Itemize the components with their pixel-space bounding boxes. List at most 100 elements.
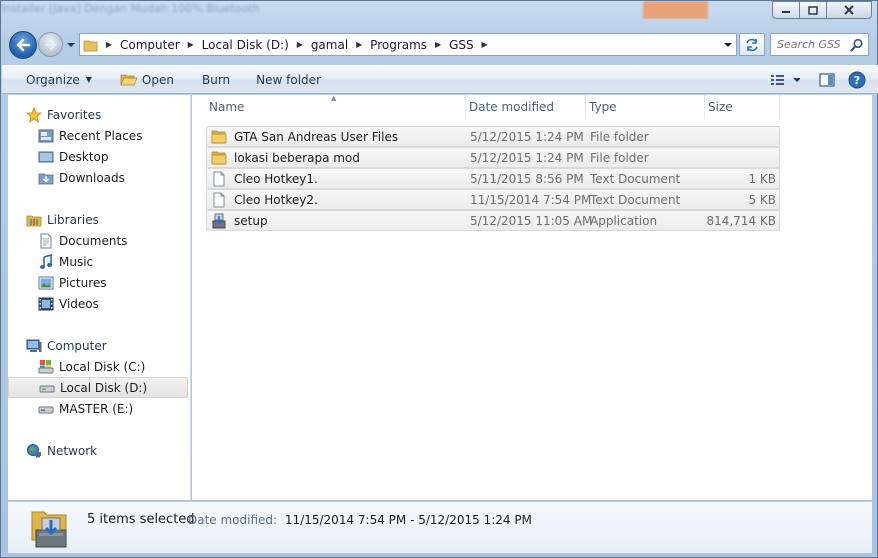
address-row: ▶ Computer ▶ Local Disk (D:) ▶ gamal ▶ P… <box>1 27 878 63</box>
file-name: setup <box>234 213 268 228</box>
file-row[interactable]: setup 5/12/2015 11:05 AM Application 814… <box>206 210 780 231</box>
refresh-icon <box>746 38 758 51</box>
breadcrumb-separator[interactable]: ▶ <box>478 40 492 49</box>
downloads-icon <box>38 170 54 186</box>
nav-item-master-e[interactable]: MASTER (E:) <box>8 398 190 419</box>
column-header-type[interactable]: Type <box>586 95 705 119</box>
minimize-icon <box>782 11 790 13</box>
pictures-icon <box>38 275 54 291</box>
organize-button[interactable]: Organize ▼ <box>18 69 100 91</box>
organize-label: Organize <box>26 72 80 87</box>
file-size: 1 KB <box>748 171 776 186</box>
nav-item-local-disk-d[interactable]: Local Disk (D:) <box>8 377 188 398</box>
maximize-button[interactable] <box>799 1 826 19</box>
column-header-name-label: Name <box>209 100 245 114</box>
preview-pane-button[interactable] <box>812 68 842 92</box>
open-button[interactable]: Open <box>112 69 182 91</box>
details-pane: 5 items selected Date modified: 11/15/20… <box>8 501 872 553</box>
command-bar: Organize ▼ Open Burn New folder ? <box>2 65 878 94</box>
file-name-cell: GTA San Andreas User Files <box>207 129 466 145</box>
desktop-icon <box>38 149 54 165</box>
nav-favorites[interactable]: Favorites <box>8 104 190 125</box>
breadcrumb-item-gss[interactable]: GSS <box>445 38 478 52</box>
music-icon <box>38 253 54 270</box>
libraries-icon <box>26 212 42 228</box>
nav-network-label: Network <box>47 443 98 458</box>
file-name-cell: lokasi beberapa mod <box>207 150 466 166</box>
documents-icon <box>38 233 54 249</box>
change-view-button[interactable] <box>764 68 806 92</box>
open-label: Open <box>141 72 174 87</box>
address-dropdown-icon[interactable] <box>724 41 732 49</box>
nav-libraries[interactable]: Libraries <box>8 209 190 230</box>
file-row[interactable]: lokasi beberapa mod 5/12/2015 1:24 PM Fi… <box>206 147 780 168</box>
breadcrumb-separator[interactable]: ▶ <box>431 40 445 49</box>
date-modified-value: 11/15/2014 7:54 PM - 5/12/2015 1:24 PM <box>284 513 532 527</box>
file-name: lokasi beberapa mod <box>234 150 360 165</box>
nav-item-label: Documents <box>59 233 128 248</box>
column-header-name[interactable]: ▲ Name <box>206 94 466 119</box>
nav-libraries-label: Libraries <box>47 212 99 227</box>
chevron-down-icon: ▼ <box>85 75 92 84</box>
new-folder-label: New folder <box>256 72 321 87</box>
column-header-date-modified[interactable]: Date modified <box>466 95 586 119</box>
nav-item-local-disk-c[interactable]: Local Disk (C:) <box>8 356 190 377</box>
close-icon <box>844 5 854 15</box>
search-icon[interactable] <box>850 38 864 52</box>
forward-button[interactable] <box>38 32 63 57</box>
nav-computer[interactable]: Computer <box>8 335 190 356</box>
column-header-type-label: Type <box>589 100 617 114</box>
breadcrumb-item-programs[interactable]: Programs <box>366 38 431 52</box>
breadcrumb[interactable]: ▶ Computer ▶ Local Disk (D:) ▶ gamal ▶ P… <box>79 33 737 56</box>
nav-item-desktop[interactable]: Desktop <box>8 146 190 167</box>
recent-places-icon <box>38 128 54 144</box>
file-name-cell: Cleo Hotkey2. <box>207 192 466 208</box>
nav-item-videos[interactable]: Videos <box>8 293 190 314</box>
breadcrumb-item-local-disk-d[interactable]: Local Disk (D:) <box>198 38 293 52</box>
nav-item-label: Local Disk (C:) <box>59 359 146 374</box>
search-input[interactable] <box>777 38 851 51</box>
nav-network[interactable]: Network <box>8 440 190 461</box>
new-folder-button[interactable]: New folder <box>248 69 329 91</box>
text-file-icon <box>211 171 227 187</box>
close-button[interactable] <box>826 1 872 19</box>
file-row[interactable]: GTA San Andreas User Files 5/12/2015 1:2… <box>206 126 780 147</box>
computer-icon <box>26 338 42 354</box>
navigation-pane: Favorites Recent Places Desktop Download… <box>8 95 191 500</box>
file-row[interactable]: Cleo Hotkey2. 11/15/2014 7:54 PM Text Do… <box>206 189 780 210</box>
refresh-button[interactable] <box>739 33 765 56</box>
forward-arrow-icon <box>44 39 56 50</box>
nav-group-network: Network <box>8 440 190 461</box>
breadcrumb-separator[interactable]: ▶ <box>352 40 366 49</box>
recent-pages-chevron-icon[interactable] <box>65 39 77 51</box>
hard-drive-icon <box>39 380 55 396</box>
file-row[interactable]: Cleo Hotkey1. 5/11/2015 8:56 PM Text Doc… <box>206 168 780 189</box>
breadcrumb-item-computer[interactable]: Computer <box>116 38 184 52</box>
help-icon: ? <box>848 71 866 89</box>
nav-item-documents[interactable]: Documents <box>8 230 190 251</box>
text-file-icon <box>211 192 227 208</box>
nav-favorites-label: Favorites <box>47 107 102 122</box>
burn-label: Burn <box>201 72 231 87</box>
file-size: 5 KB <box>748 192 776 207</box>
file-name: Cleo Hotkey2. <box>234 192 318 207</box>
breadcrumb-item-gamal[interactable]: gamal <box>307 38 352 52</box>
breadcrumb-separator[interactable]: ▶ <box>184 40 198 49</box>
breadcrumb-separator[interactable]: ▶ <box>293 40 307 49</box>
nav-item-label: Desktop <box>59 149 109 164</box>
nav-item-music[interactable]: Music <box>8 251 190 272</box>
background-window-title: Installer [Java] Dengan Mudah 100% Bluet… <box>1 2 260 15</box>
back-button[interactable] <box>9 31 37 59</box>
column-header-size[interactable]: Size <box>705 95 780 119</box>
nav-item-recent-places[interactable]: Recent Places <box>8 125 190 146</box>
nav-item-pictures[interactable]: Pictures <box>8 272 190 293</box>
help-button[interactable]: ? <box>842 68 872 92</box>
back-arrow-icon <box>16 38 31 52</box>
burn-button[interactable]: Burn <box>194 69 238 91</box>
nav-computer-label: Computer <box>47 338 107 353</box>
nav-item-downloads[interactable]: Downloads <box>8 167 190 188</box>
minimize-button[interactable] <box>772 1 799 19</box>
breadcrumb-separator[interactable]: ▶ <box>102 40 116 49</box>
file-type: File folder <box>590 129 649 144</box>
star-icon <box>26 106 42 123</box>
